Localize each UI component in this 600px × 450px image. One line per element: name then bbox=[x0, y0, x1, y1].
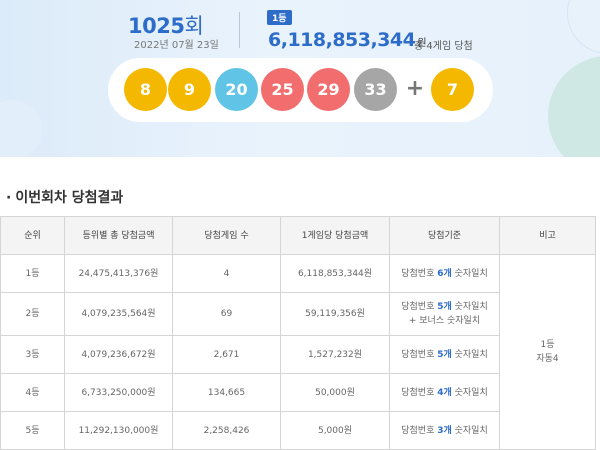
results-table: 순위 등위별 총 당첨금액 당첨게임 수 1게임당 당첨금액 당첨기준 비고 1… bbox=[0, 216, 596, 450]
column-header: 순위 bbox=[0, 216, 65, 255]
winner-count-cell: 2,671 bbox=[172, 335, 281, 374]
section-title: · 이번회차 당첨결과 bbox=[6, 187, 123, 207]
criteria-cell: 당첨번호 4개 숫자일치 bbox=[389, 373, 500, 412]
column-header: 당첨게임 수 bbox=[172, 216, 281, 255]
note-line: 1등 bbox=[540, 340, 555, 350]
draw-date: 2022년 07월 23일 bbox=[134, 40, 219, 51]
column-header: 등위별 총 당첨금액 bbox=[64, 216, 173, 255]
total-prize-cell: 4,079,235,564원 bbox=[64, 292, 173, 336]
winning-number-ball: 33 bbox=[354, 68, 397, 111]
winner-count-cell: 134,665 bbox=[172, 373, 281, 412]
divider bbox=[239, 12, 240, 48]
winner-count-note: 총 4게임 당첨 bbox=[414, 41, 473, 52]
criteria-count: 4개 bbox=[437, 387, 452, 398]
winning-number-ball: 9 bbox=[168, 68, 211, 111]
criteria-text: 숫자일치 bbox=[451, 268, 488, 279]
criteria-text: 당첨번호 bbox=[401, 425, 438, 436]
round-number-value: 1025 bbox=[128, 14, 185, 38]
bullet-icon: · bbox=[6, 190, 12, 206]
criteria-count: 3개 bbox=[437, 425, 452, 436]
criteria-text: 당첨번호 bbox=[401, 302, 438, 312]
total-prize-cell: 24,475,413,376원 bbox=[64, 254, 173, 293]
criteria-cell: 당첨번호 5개 숫자일치 + 보너스 숫자일치 bbox=[389, 292, 500, 336]
per-game-prize-cell: 5,000원 bbox=[280, 411, 390, 450]
criteria-text: 당첨번호 bbox=[401, 349, 438, 360]
winner-count-cell: 2,258,426 bbox=[172, 411, 281, 450]
criteria-count: 5개 bbox=[437, 349, 452, 360]
criteria-text: 당첨번호 bbox=[401, 268, 438, 279]
column-header: 비고 bbox=[499, 216, 596, 255]
winning-number-ball: 25 bbox=[261, 68, 304, 111]
rank-cell: 5등 bbox=[0, 411, 65, 450]
rank-cell: 3등 bbox=[0, 335, 65, 374]
rank-badge: 1등 bbox=[267, 10, 292, 25]
rank-cell: 4등 bbox=[0, 373, 65, 412]
criteria-text: 숫자일치 bbox=[451, 302, 488, 312]
total-prize-cell: 6,733,250,000원 bbox=[64, 373, 173, 412]
bonus-number-ball: 7 bbox=[431, 68, 474, 111]
winner-count-cell: 4 bbox=[172, 254, 281, 293]
criteria-cell: 당첨번호 5개 숫자일치 bbox=[389, 335, 500, 374]
plus-icon: + bbox=[405, 76, 425, 101]
note-cell: 1등 자동4 bbox=[499, 254, 596, 450]
draw-result-banner: 1025회 2022년 07월 23일 1등 6,118,853,344 원 총 … bbox=[0, 0, 600, 157]
winner-count-cell: 69 bbox=[172, 292, 281, 336]
per-game-prize-cell: 59,119,356원 bbox=[280, 292, 390, 336]
total-prize-cell: 11,292,130,000원 bbox=[64, 411, 173, 450]
total-prize-cell: 4,079,236,672원 bbox=[64, 335, 173, 374]
rank-cell: 2등 bbox=[0, 292, 65, 336]
section-title-text: 이번회차 당첨결과 bbox=[15, 190, 124, 206]
criteria-bonus-line: + 보너스 숫자일치 bbox=[408, 316, 481, 326]
column-header: 당첨기준 bbox=[389, 216, 500, 255]
winning-number-ball: 8 bbox=[124, 68, 167, 111]
winning-number-ball: 20 bbox=[215, 68, 258, 111]
prize-amount-value: 6,118,853,344 bbox=[268, 29, 416, 51]
criteria-text: 숫자일치 bbox=[451, 387, 488, 398]
criteria-count: 6개 bbox=[437, 268, 452, 279]
per-game-prize-cell: 1,527,232원 bbox=[280, 335, 390, 374]
criteria-text: 당첨번호 bbox=[401, 387, 438, 398]
criteria-cell: 당첨번호 6개 숫자일치 bbox=[389, 254, 500, 293]
decorative-circle bbox=[0, 100, 42, 157]
first-prize-amount: 6,118,853,344 원 bbox=[268, 29, 427, 51]
criteria-count: 5개 bbox=[437, 302, 452, 312]
rank-cell: 1등 bbox=[0, 254, 65, 293]
per-game-prize-cell: 50,000원 bbox=[280, 373, 390, 412]
per-game-prize-cell: 6,118,853,344원 bbox=[280, 254, 390, 293]
round-unit: 회 bbox=[184, 14, 204, 38]
decorative-circle bbox=[548, 56, 600, 157]
table-row: 1등 24,475,413,376원 4 6,118,853,344원 당첨번호… bbox=[0, 254, 596, 450]
column-header: 1게임당 당첨금액 bbox=[280, 216, 390, 255]
criteria-cell: 당첨번호 3개 숫자일치 bbox=[389, 411, 500, 450]
criteria-line: 당첨번호 5개 숫자일치 bbox=[390, 300, 499, 314]
criteria-text: 숫자일치 bbox=[451, 425, 488, 436]
decorative-circle bbox=[567, 0, 600, 54]
winning-number-ball: 29 bbox=[307, 68, 350, 111]
table-header-row: 순위 등위별 총 당첨금액 당첨게임 수 1게임당 당첨금액 당첨기준 비고 bbox=[0, 216, 596, 255]
note-line: 자동4 bbox=[536, 354, 559, 364]
criteria-text: 숫자일치 bbox=[451, 349, 488, 360]
